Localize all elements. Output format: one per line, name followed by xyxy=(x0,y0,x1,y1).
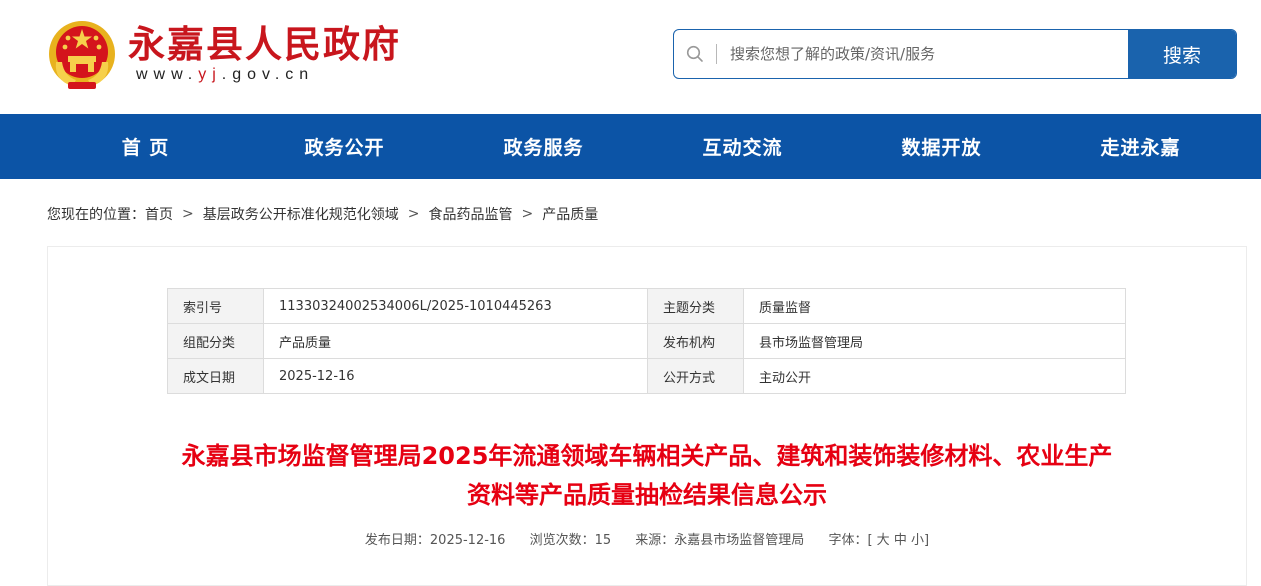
meta-value-document-date: 2025-12-16 xyxy=(263,358,648,394)
article-title: 永嘉县市场监督管理局2025年流通领域车辆相关产品、建筑和装饰装修材料、农业生产… xyxy=(48,437,1246,515)
view-count: 浏览次数：15 xyxy=(529,533,612,548)
font-size-suffix: ] xyxy=(924,533,930,548)
breadcrumb-separator: > xyxy=(182,206,194,222)
meta-label-assembly-category: 组配分类 xyxy=(167,323,264,359)
meta-value-disclosure-method: 主动公开 xyxy=(743,358,1126,394)
nav-item-government-affairs[interactable]: 政务公开 xyxy=(245,114,444,179)
table-row: 成文日期 2025-12-16 公开方式 主动公开 xyxy=(167,358,1126,394)
meta-value-publisher: 县市场监督管理局 xyxy=(743,323,1126,359)
breadcrumb-food-drug-supervision[interactable]: 食品药品监管 xyxy=(428,204,512,224)
font-size-prefix: 字体：[ xyxy=(828,533,873,548)
font-size-small-button[interactable]: 小 xyxy=(911,533,924,548)
search-icon xyxy=(674,30,716,78)
nav-item-open-data[interactable]: 数据开放 xyxy=(842,114,1041,179)
article-meta: 发布日期：2025-12-16 浏览次数：15 来源：永嘉县市场监督管理局 字体… xyxy=(48,529,1246,548)
publish-date: 发布日期：2025-12-16 xyxy=(364,533,506,548)
meta-value-topic-category: 质量监督 xyxy=(743,288,1126,324)
breadcrumb-home[interactable]: 首页 xyxy=(145,204,173,224)
site-url-prefix: www. xyxy=(136,66,199,83)
nav-item-about-yongjia[interactable]: 走进永嘉 xyxy=(1041,114,1240,179)
meta-label-index-number: 索引号 xyxy=(167,288,264,324)
article-panel: 索引号 11330324002534006L/2025-1010445263 主… xyxy=(47,246,1247,586)
search-button[interactable]: 搜索 xyxy=(1128,30,1236,78)
meta-label-topic-category: 主题分类 xyxy=(647,288,744,324)
breadcrumb-separator: > xyxy=(521,206,534,222)
search-box: 搜索 xyxy=(673,29,1237,79)
nav-item-government-services[interactable]: 政务服务 xyxy=(444,114,643,179)
meta-label-document-date: 成文日期 xyxy=(167,358,264,394)
meta-label-disclosure-method: 公开方式 xyxy=(647,358,744,394)
breadcrumb-prefix: 您现在的位置： xyxy=(47,207,145,223)
document-meta-table: 索引号 11330324002534006L/2025-1010445263 主… xyxy=(167,288,1126,394)
article-source: 来源：永嘉县市场监督管理局 xyxy=(635,533,805,548)
meta-value-index-number: 11330324002534006L/2025-1010445263 xyxy=(263,288,648,324)
meta-value-assembly-category: 产品质量 xyxy=(263,323,648,359)
breadcrumb-separator: > xyxy=(407,206,420,222)
breadcrumb-product-quality[interactable]: 产品质量 xyxy=(542,204,598,224)
nav-item-home[interactable]: 首 页 xyxy=(46,114,245,179)
article-title-line-1: 永嘉县市场监督管理局2025年流通领域车辆相关产品、建筑和装饰装修材料、农业生产 xyxy=(181,442,1113,470)
site-header: 永嘉县人民政府 www.yj.gov.cn 搜索 xyxy=(0,0,1261,114)
site-name[interactable]: 永嘉县人民政府 xyxy=(128,14,401,68)
nav-item-interaction[interactable]: 互动交流 xyxy=(643,114,842,179)
main-nav: 首 页 政务公开 政务服务 互动交流 数据开放 走进永嘉 xyxy=(0,114,1261,179)
table-row: 索引号 11330324002534006L/2025-1010445263 主… xyxy=(167,288,1126,324)
site-url-accent: yj xyxy=(198,66,222,83)
font-size-medium-button[interactable]: 中 xyxy=(894,533,907,548)
search-input[interactable] xyxy=(717,30,1128,78)
font-size-large-button[interactable]: 大 xyxy=(877,533,890,548)
meta-label-publisher: 发布机构 xyxy=(647,323,744,359)
table-row: 组配分类 产品质量 发布机构 县市场监督管理局 xyxy=(167,323,1126,359)
breadcrumb-standardization-area[interactable]: 基层政务公开标准化规范化领域 xyxy=(203,204,399,224)
font-size-control: 字体：[ 大 中 小] xyxy=(828,533,929,548)
site-url: www.yj.gov.cn xyxy=(136,66,314,84)
article-title-line-2: 资料等产品质量抽检结果信息公示 xyxy=(467,481,827,509)
breadcrumb: 您现在的位置： 首页 > 基层政务公开标准化规范化领域 > 食品药品监管 > 产… xyxy=(47,204,598,224)
national-emblem-icon[interactable] xyxy=(46,18,118,92)
site-url-suffix: .gov.cn xyxy=(221,66,315,83)
